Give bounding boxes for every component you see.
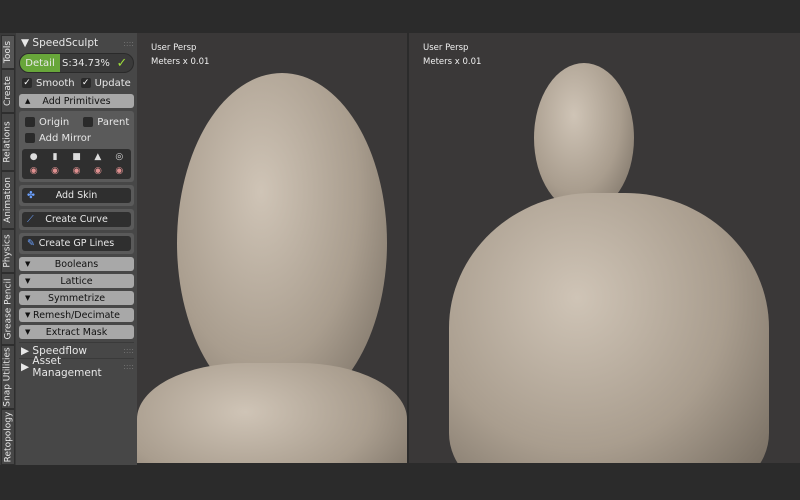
sculpt-head-closeup: [177, 73, 387, 413]
torus-icon[interactable]: ◎: [110, 151, 129, 163]
detail-label: Detail: [20, 54, 60, 72]
viewport-left[interactable]: User Persp Meters x 0.01: [137, 33, 407, 463]
cone-boolean-icon[interactable]: ◉: [88, 165, 107, 177]
plane-boolean-icon[interactable]: ◉: [110, 165, 129, 177]
tab-relations[interactable]: Relations: [1, 113, 15, 171]
sculpt-head: [534, 63, 634, 213]
tab-grease-pencil[interactable]: Grease Pencil: [1, 273, 15, 345]
cube-boolean-icon[interactable]: ◉: [67, 165, 86, 177]
grip-icon: ::::: [123, 346, 134, 355]
tab-snap-utilities[interactable]: Snap Utilities: [1, 345, 15, 409]
toolshelf-tabs: Tools Create Relations Animation Physics…: [0, 33, 16, 465]
symmetrize-section[interactable]: ▼ Symmetrize: [19, 291, 134, 305]
booleans-section[interactable]: ▼ Booleans: [19, 257, 134, 271]
create-curve-button[interactable]: ⟋ Create Curve: [22, 212, 131, 227]
detail-value[interactable]: S:34.73%: [60, 54, 111, 72]
cone-icon[interactable]: ▲: [88, 151, 107, 163]
tab-animation[interactable]: Animation: [1, 171, 15, 229]
pencil-icon: ✎: [27, 238, 35, 249]
sphere-boolean-icon[interactable]: ◉: [24, 165, 43, 177]
extract-mask-section[interactable]: ▼ Extract Mask: [19, 325, 134, 339]
view-label: User Persp: [151, 43, 197, 53]
units-label: Meters x 0.01: [423, 57, 482, 67]
cylinder-icon[interactable]: ▮: [45, 151, 64, 163]
units-label: Meters x 0.01: [151, 57, 210, 67]
sculpt-neck: [137, 363, 407, 463]
update-checkbox[interactable]: ✓ Update: [80, 78, 131, 89]
primitives-box: Origin Parent Add Mirror ● ▮ ■ ▲ ◎ ◉ ◉ ◉ ◉ ◉: [19, 111, 134, 182]
check-icon[interactable]: ✓: [111, 54, 133, 72]
speedsculpt-panel: ▼ SpeedSculpt:::: Detail S:34.73% ✓ ✓ Smo…: [16, 33, 137, 465]
tab-retopology[interactable]: Retopology: [1, 409, 15, 465]
skin-icon: ✤: [27, 190, 35, 201]
lattice-section[interactable]: ▼ Lattice: [19, 274, 134, 288]
detail-field[interactable]: Detail S:34.73% ✓: [19, 53, 134, 73]
add-primitives-toggle[interactable]: ▲ Add Primitives: [19, 94, 134, 108]
sculpt-torso: [449, 193, 769, 463]
sphere-icon[interactable]: ●: [24, 151, 43, 163]
add-mirror-checkbox[interactable]: Add Mirror: [25, 133, 91, 144]
panel-header[interactable]: ▼ SpeedSculpt::::: [19, 35, 134, 51]
asset-management-panel-header[interactable]: ▶ Asset Management::::: [19, 355, 134, 379]
view-label: User Persp: [423, 43, 469, 53]
tab-create[interactable]: Create: [1, 69, 15, 113]
curve-icon: ⟋: [27, 214, 34, 225]
remesh-decimate-section[interactable]: ▼ Remesh/Decimate: [19, 308, 134, 322]
grip-icon: ::::: [123, 362, 134, 371]
cylinder-boolean-icon[interactable]: ◉: [45, 165, 64, 177]
smooth-checkbox[interactable]: ✓ Smooth: [22, 78, 75, 89]
tab-physics[interactable]: Physics: [1, 229, 15, 273]
parent-checkbox[interactable]: Parent: [83, 117, 129, 128]
primitive-buttons: ● ▮ ■ ▲ ◎ ◉ ◉ ◉ ◉ ◉: [22, 149, 131, 179]
create-gp-lines-button[interactable]: ✎ Create GP Lines: [22, 236, 131, 251]
viewport-right[interactable]: User Persp Meters x 0.01: [409, 33, 800, 463]
grip-icon[interactable]: ::::: [123, 39, 134, 48]
tab-tools[interactable]: Tools: [1, 35, 15, 69]
cube-icon[interactable]: ■: [67, 151, 86, 163]
add-skin-button[interactable]: ✤ Add Skin: [22, 188, 131, 203]
origin-checkbox[interactable]: Origin: [25, 117, 69, 128]
